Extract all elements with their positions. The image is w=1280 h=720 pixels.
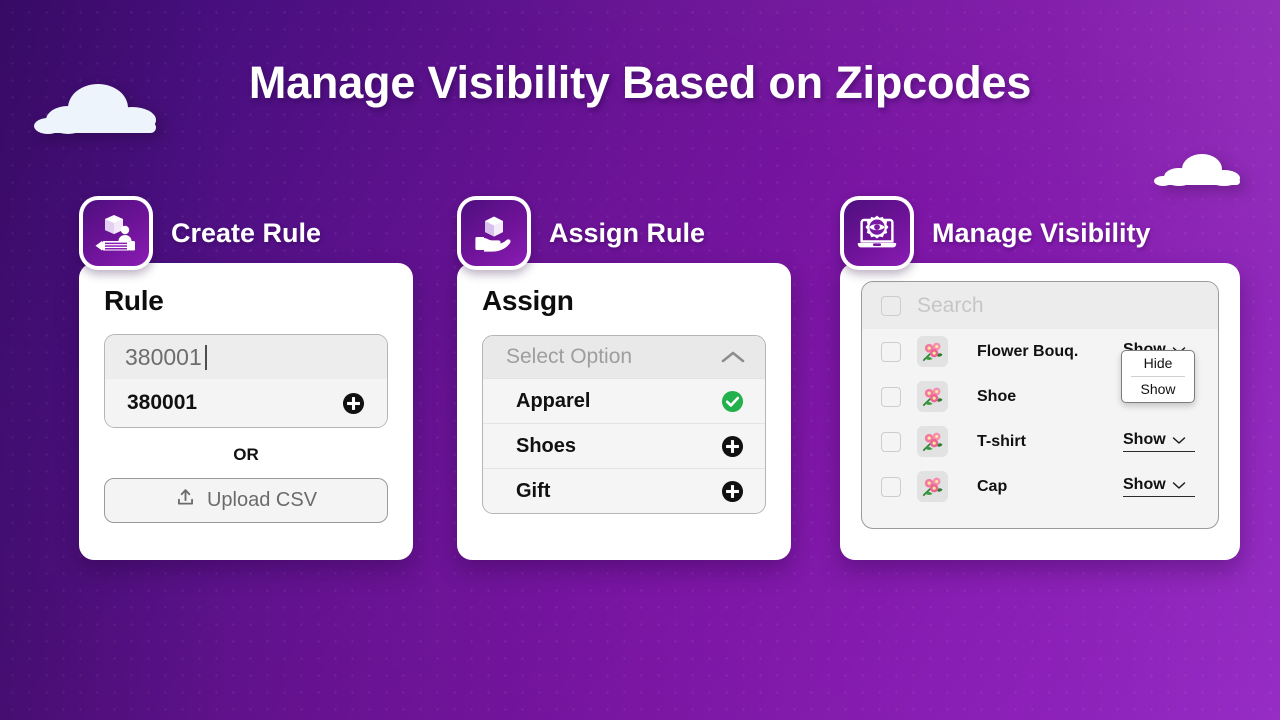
row-checkbox[interactable] [881, 341, 901, 362]
flower-bouquet-icon [917, 426, 948, 457]
create-rule-heading: Rule [104, 285, 164, 316]
create-rule-column: Create Rule Rule 380001 380001 OR Upload… [79, 196, 413, 560]
visibility-select[interactable]: Show [1123, 476, 1195, 497]
assign-rule-badge [457, 196, 531, 270]
visibility-list-panel: Search Flower Bouq. Shoe T-shirt Show Ca… [861, 281, 1219, 529]
zipcode-field-group: 380001 380001 [104, 334, 388, 428]
upload-icon [175, 487, 196, 514]
select-all-checkbox[interactable] [881, 295, 901, 316]
create-rule-header: Create Rule [79, 196, 413, 270]
zipcode-input-value: 380001 [125, 343, 202, 370]
manage-visibility-badge [840, 196, 914, 270]
flower-bouquet-icon [917, 471, 948, 502]
visibility-dropdown-menu[interactable]: Hide Show [1121, 350, 1195, 403]
product-name: Cap [977, 477, 1008, 495]
cloud-icon-right [1152, 152, 1246, 188]
plus-circle-icon[interactable] [342, 392, 365, 415]
or-separator-label: OR [233, 445, 259, 464]
row-checkbox[interactable] [881, 386, 901, 407]
assign-option-apparel[interactable]: Apparel [483, 378, 765, 423]
manage-visibility-title: Manage Visibility [932, 217, 1151, 248]
visibility-dropdown-item-show[interactable]: Show [1122, 377, 1194, 402]
assign-select-placeholder: Select Option [506, 345, 633, 368]
visibility-value: Show [1123, 476, 1166, 493]
assign-rule-card: Assign Select Option Apparel Shoes Gift [457, 263, 791, 560]
visibility-row[interactable]: Cap Show [862, 464, 1218, 509]
chevron-down-icon [1172, 436, 1185, 444]
row-checkbox[interactable] [881, 431, 901, 452]
plus-circle-icon[interactable] [721, 435, 744, 458]
search-input[interactable]: Search [917, 294, 984, 318]
visibility-value: Show [1123, 431, 1166, 448]
assign-option-label: Apparel [516, 389, 591, 412]
product-name: Shoe [977, 387, 1017, 405]
manage-visibility-card: Search Flower Bouq. Shoe T-shirt Show Ca… [840, 263, 1240, 560]
create-rule-title: Create Rule [171, 217, 322, 248]
flower-bouquet-icon [917, 381, 948, 412]
assign-option-label: Shoes [516, 434, 577, 457]
row-checkbox[interactable] [881, 476, 901, 497]
assign-option-gift[interactable]: Gift [483, 468, 765, 513]
laptop-gear-eye-icon [844, 200, 910, 266]
upload-csv-label: Upload CSV [206, 489, 318, 511]
assign-rule-header: Assign Rule [457, 196, 791, 270]
assign-rule-heading: Assign [482, 285, 574, 316]
assign-rule-column: Assign Rule Assign Select Option Apparel [457, 196, 791, 560]
chevron-up-icon[interactable] [720, 349, 746, 365]
assign-rule-title: Assign Rule [549, 217, 706, 248]
visibility-search-row[interactable]: Search [862, 282, 1218, 329]
box-person-pencil-icon [83, 200, 149, 266]
upload-csv-button[interactable]: Upload CSV [104, 478, 388, 523]
zipcode-suggestion-row[interactable]: 380001 [105, 379, 387, 427]
assign-option-label: Gift [516, 479, 551, 502]
create-rule-badge [79, 196, 153, 270]
assign-select-trigger[interactable]: Select Option [483, 336, 765, 378]
page-title: Manage Visibility Based on Zipcodes [248, 57, 1032, 108]
visibility-select[interactable]: Show [1123, 431, 1195, 452]
zipcode-input[interactable]: 380001 [105, 335, 387, 379]
visibility-row[interactable]: T-shirt Show [862, 419, 1218, 464]
box-in-hand-icon [461, 200, 527, 266]
assign-option-shoes[interactable]: Shoes [483, 423, 765, 468]
create-rule-card: Rule 380001 380001 OR Upload CSV [79, 263, 413, 560]
product-name: Flower Bouq. [977, 342, 1079, 360]
check-circle-icon[interactable] [721, 390, 744, 413]
plus-circle-icon[interactable] [721, 480, 744, 503]
flower-bouquet-icon [917, 336, 948, 367]
chevron-down-icon [1172, 481, 1185, 489]
product-name: T-shirt [977, 432, 1026, 450]
manage-visibility-column: Manage Visibility Search Flower Bouq. Sh… [840, 196, 1240, 560]
assign-dropdown: Select Option Apparel Shoes Gift [482, 335, 766, 514]
text-cursor [204, 344, 207, 370]
zipcode-suggestion-label: 380001 [127, 391, 198, 414]
visibility-dropdown-item-hide[interactable]: Hide [1122, 351, 1194, 376]
manage-visibility-header: Manage Visibility [840, 196, 1240, 270]
